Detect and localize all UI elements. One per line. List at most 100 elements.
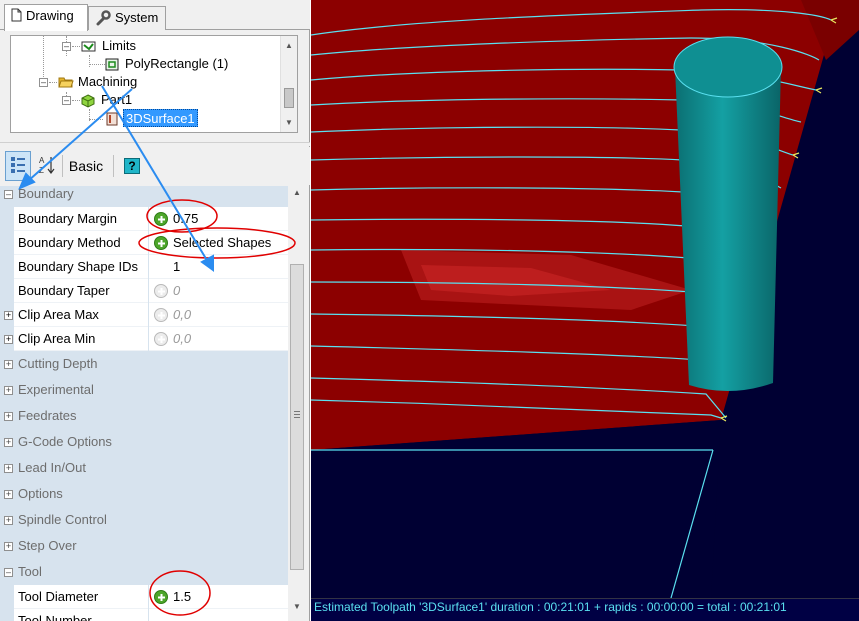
alphabetical-icon: AZ [38,155,56,178]
svg-text:A: A [39,156,45,165]
category-gcode-options[interactable]: + G-Code Options [0,429,288,455]
expand-icon[interactable]: + [4,412,13,421]
property-row-tool-diameter[interactable]: Tool Diameter 1.5 [0,585,288,609]
property-row-boundary-method[interactable]: Boundary Method Selected Shapes [0,231,288,255]
help-button[interactable]: ? [121,151,143,181]
tab-drawing-label: Drawing [26,8,74,23]
machining-collapse-toggle[interactable]: – [39,78,48,87]
tab-system-label: System [115,10,159,25]
splitter[interactable] [0,142,310,146]
limits-icon [81,40,96,53]
alphabetical-button[interactable]: AZ [35,151,59,181]
toolpath-scene [311,0,859,598]
expand-icon[interactable]: + [4,516,13,525]
tree-item-part1[interactable]: Part1 [101,91,132,109]
category-spindle-control[interactable]: + Spindle Control [0,507,288,533]
left-panel: Drawing System – Limits PolyRectangle (1… [0,0,310,621]
scroll-down-icon[interactable]: ▼ [293,602,301,611]
property-row-clip-area-min[interactable]: + Clip Area Min 0,0 [0,327,288,351]
expand-icon[interactable]: + [4,311,13,320]
apply-icon[interactable] [154,308,168,322]
property-value[interactable]: Selected Shapes [149,231,288,255]
property-label: Boundary Margin [14,207,148,231]
background [311,420,721,598]
expand-icon[interactable]: + [4,438,13,447]
basic-button[interactable]: Basic [66,151,106,181]
grid-scroll-thumb[interactable] [290,264,304,570]
property-row-boundary-margin[interactable]: Boundary Margin 0.75 [0,207,288,231]
part-icon [81,94,95,108]
scroll-up-icon[interactable]: ▲ [285,41,293,50]
apply-icon[interactable] [154,590,168,604]
tree-item-machining[interactable]: Machining [78,73,137,91]
apply-icon[interactable] [154,236,168,250]
surface-icon [105,112,119,126]
category-step-over[interactable]: + Step Over [0,533,288,559]
tree-item-limits[interactable]: Limits [102,37,136,55]
category-lead-in-out[interactable]: + Lead In/Out [0,455,288,481]
property-value[interactable]: 0.75 [149,207,288,231]
property-label: Boundary Method [14,231,148,255]
category-options[interactable]: + Options [0,481,288,507]
tab-strip: Drawing System [0,0,310,31]
scroll-up-icon[interactable]: ▲ [293,188,301,197]
folder-icon [58,75,74,88]
drawing-tree[interactable]: – Limits PolyRectangle (1) – Machining –… [10,35,298,133]
limits-collapse-toggle[interactable]: – [62,42,71,51]
apply-icon[interactable] [154,284,168,298]
expand-icon[interactable]: + [4,386,13,395]
property-row-clip-area-max[interactable]: + Clip Area Max 0,0 [0,303,288,327]
category-boundary[interactable]: – Boundary [0,186,288,207]
property-value[interactable]: 1 [149,255,288,279]
expand-icon[interactable]: + [4,542,13,551]
property-row-boundary-taper[interactable]: Boundary Taper 0 [0,279,288,303]
category-cutting-depth[interactable]: + Cutting Depth [0,351,288,377]
property-label: Boundary Shape IDs [14,255,148,279]
tab-drawing[interactable]: Drawing [4,4,88,31]
apply-icon[interactable] [154,212,168,226]
part1-collapse-toggle[interactable]: – [62,96,71,105]
property-toolbar: AZ Basic ? [0,147,310,185]
wrench-icon [95,10,111,29]
tree-scrollbar[interactable]: ▲ ▼ [280,36,297,132]
collapse-icon[interactable]: – [4,568,13,577]
status-bar: Estimated Toolpath '3DSurface1' duration… [311,598,859,621]
property-value[interactable]: 1.5 [149,585,288,609]
property-grid: – Boundary Boundary Margin 0.75 Boundary… [0,186,288,621]
svg-text:Z: Z [39,166,44,175]
category-experimental[interactable]: + Experimental [0,377,288,403]
tool-cylinder-body [675,68,781,392]
document-icon [11,8,22,25]
tree-item-3dsurface1[interactable]: 3DSurface1 [123,109,198,127]
rectangle-icon [105,58,119,71]
property-row-boundary-shape-ids[interactable]: Boundary Shape IDs 1 [0,255,288,279]
property-grid-scrollbar[interactable]: ▲ ▼ [288,186,306,621]
property-label: Boundary Taper [14,279,148,303]
categorized-button[interactable] [5,151,31,181]
property-value[interactable]: 0,0 [149,327,288,351]
expand-icon[interactable]: + [4,464,13,473]
tree-item-poly-rectangle[interactable]: PolyRectangle (1) [125,55,228,73]
property-label: Tool Number [14,609,148,621]
help-icon: ? [124,158,140,174]
tab-system[interactable]: System [88,6,166,30]
scroll-down-icon[interactable]: ▼ [285,118,293,127]
category-tool[interactable]: – Tool [0,559,288,585]
apply-icon[interactable] [154,332,168,346]
property-value[interactable]: 0,0 [149,303,288,327]
category-feedrates[interactable]: + Feedrates [0,403,288,429]
collapse-icon[interactable]: – [4,190,13,199]
tree-scroll-thumb[interactable] [284,88,294,108]
expand-icon[interactable]: + [4,490,13,499]
toolbar-separator [62,155,63,177]
property-label: Clip Area Max [14,303,148,327]
3d-viewport[interactable] [311,0,859,598]
property-row-tool-number[interactable]: Tool Number [0,609,288,621]
categorized-icon [10,156,26,177]
expand-icon[interactable]: + [4,335,13,344]
property-value[interactable]: 0 [149,279,288,303]
toolbar-separator [113,155,114,177]
expand-icon[interactable]: + [4,360,13,369]
property-value[interactable] [149,609,288,621]
tool-cylinder-top [673,36,783,98]
